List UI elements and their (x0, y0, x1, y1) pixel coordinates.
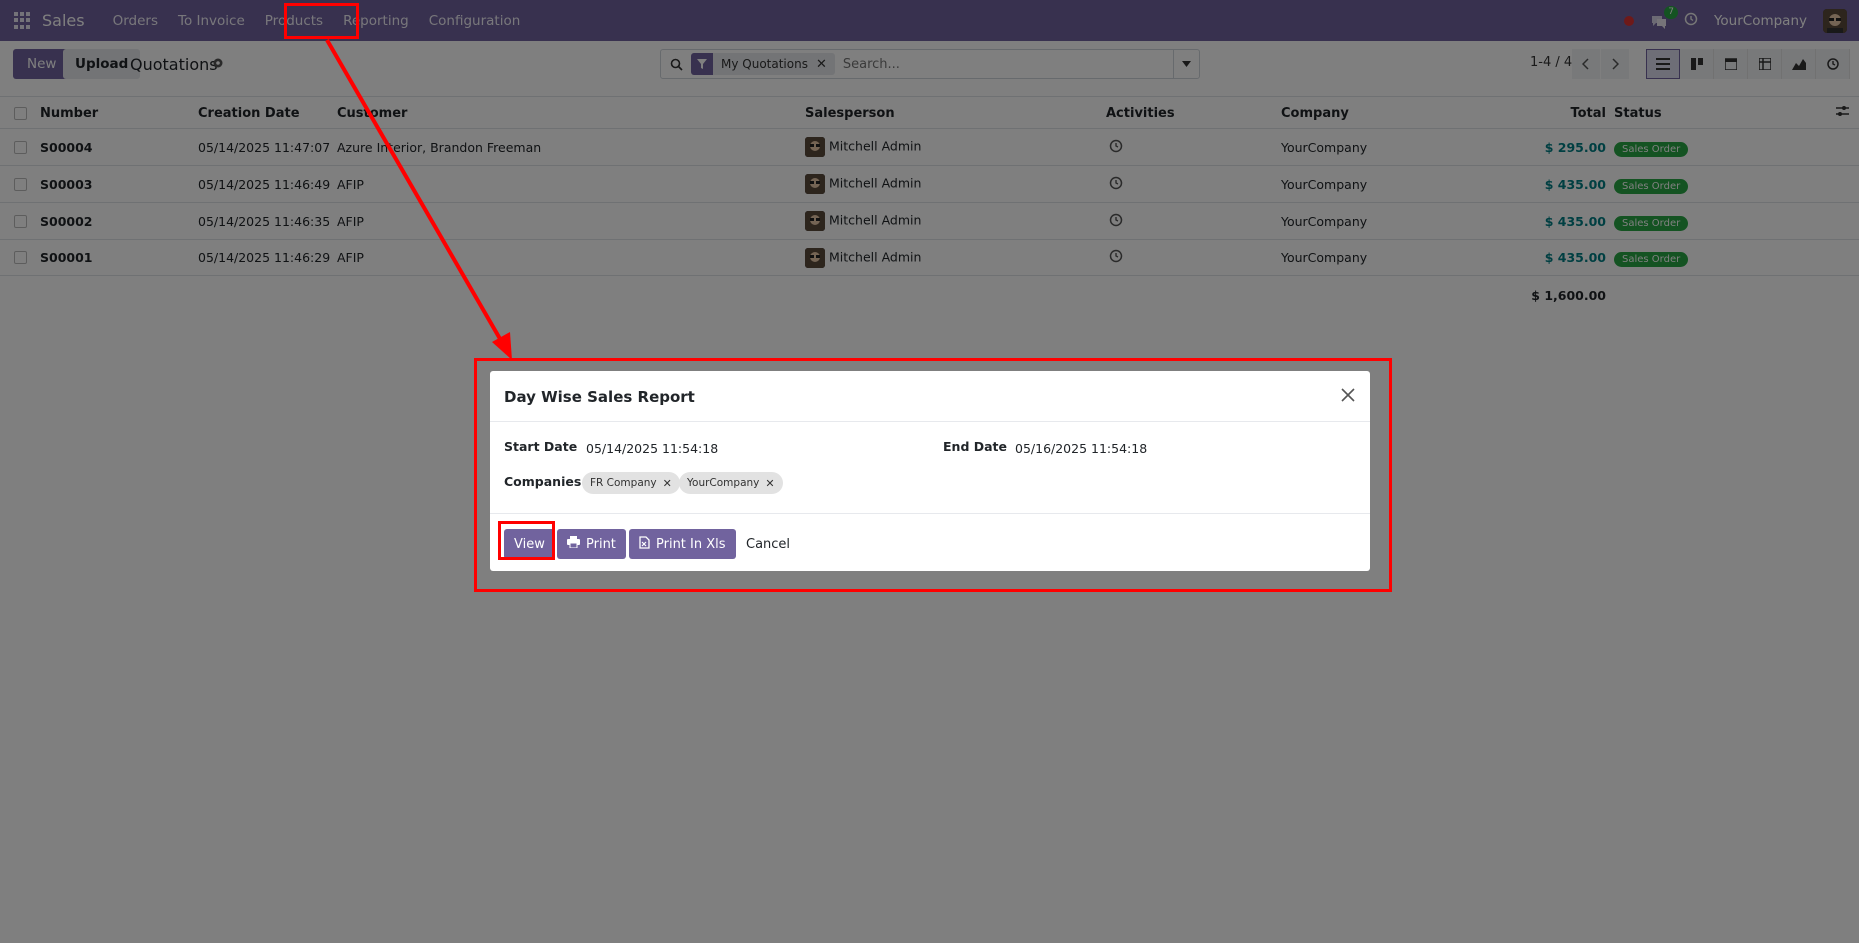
reporting-highlight (284, 3, 359, 39)
dialog-highlight (474, 358, 1392, 592)
view-button-highlight (498, 521, 555, 560)
